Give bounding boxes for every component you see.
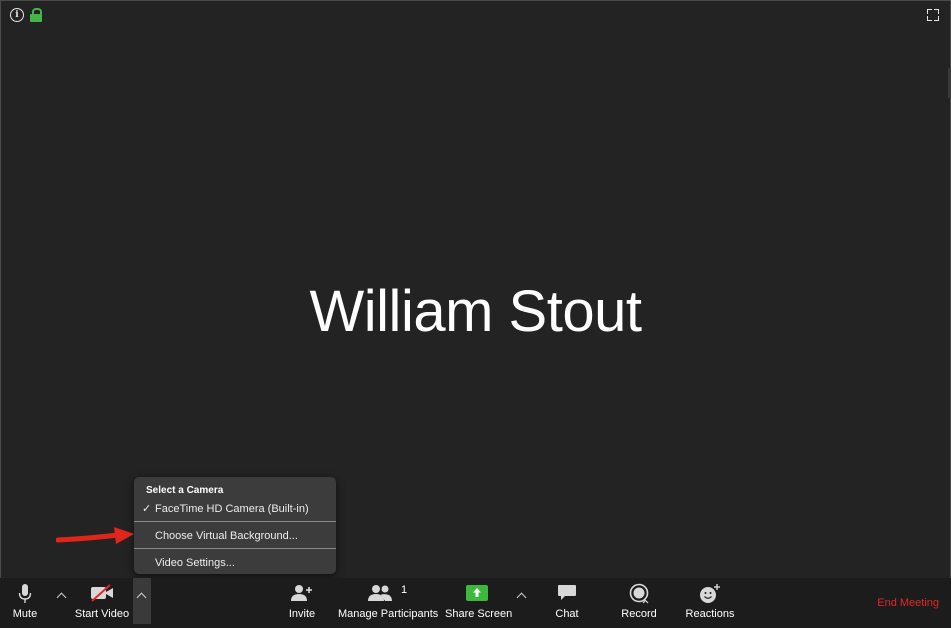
start-video-button[interactable]: Start Video [72, 578, 132, 628]
info-icon[interactable]: i [10, 8, 24, 22]
annotation-arrow-icon [56, 527, 134, 544]
menu-divider [134, 521, 336, 522]
start-video-label: Start Video [74, 608, 130, 620]
video-off-icon [91, 584, 113, 602]
menu-item-label: Choose Virtual Background... [155, 530, 298, 542]
meeting-toolbar: Mute Start Video Invite 1 Manage Partici… [0, 578, 951, 628]
audio-options-button[interactable] [53, 578, 71, 624]
invite-label: Invite [288, 608, 316, 620]
chevron-up-icon [136, 592, 147, 603]
menu-item-camera[interactable]: ✓ FaceTime HD Camera (Built-in) [134, 499, 336, 519]
record-label: Record [621, 608, 657, 620]
manage-participants-label: Manage Participants [338, 608, 439, 620]
mute-label: Mute [12, 608, 38, 620]
chat-button[interactable]: Chat [550, 578, 584, 628]
share-screen-button[interactable]: Share Screen [445, 578, 513, 628]
chevron-up-icon [56, 592, 67, 603]
invite-icon [291, 585, 312, 601]
lock-icon[interactable] [30, 8, 42, 22]
meeting-status: i [10, 8, 42, 22]
fullscreen-icon[interactable] [927, 9, 939, 21]
checkmark-icon: ✓ [142, 503, 152, 515]
record-icon [629, 583, 649, 604]
invite-button[interactable]: Invite [282, 578, 322, 628]
participants-icon [368, 585, 392, 601]
menu-item-virtual-background[interactable]: Choose Virtual Background... [134, 526, 336, 546]
chat-icon [558, 585, 576, 600]
participant-name: William Stout [309, 279, 642, 344]
reactions-label: Reactions [685, 608, 735, 620]
chevron-up-icon [516, 592, 527, 603]
end-meeting-button[interactable]: End Meeting [877, 597, 939, 609]
share-screen-label: Share Screen [445, 608, 513, 620]
chat-label: Chat [555, 608, 579, 620]
video-options-button[interactable] [133, 578, 151, 624]
share-options-button[interactable] [513, 578, 531, 624]
menu-item-video-settings[interactable]: Video Settings... [134, 553, 336, 573]
mute-button[interactable]: Mute [6, 578, 44, 628]
reactions-button[interactable]: Reactions [684, 578, 736, 628]
menu-item-label: FaceTime HD Camera (Built-in) [155, 503, 309, 515]
menu-header: Select a Camera [146, 485, 224, 496]
manage-participants-button[interactable]: 1 Manage Participants [338, 578, 439, 628]
participant-count: 1 [401, 584, 408, 596]
menu-item-label: Video Settings... [155, 557, 235, 569]
reactions-icon [700, 584, 720, 603]
camera-menu: Select a Camera ✓ FaceTime HD Camera (Bu… [134, 477, 336, 574]
menu-divider [134, 548, 336, 549]
record-button[interactable]: Record [619, 578, 659, 628]
microphone-icon [18, 584, 32, 603]
share-screen-icon [466, 585, 488, 601]
